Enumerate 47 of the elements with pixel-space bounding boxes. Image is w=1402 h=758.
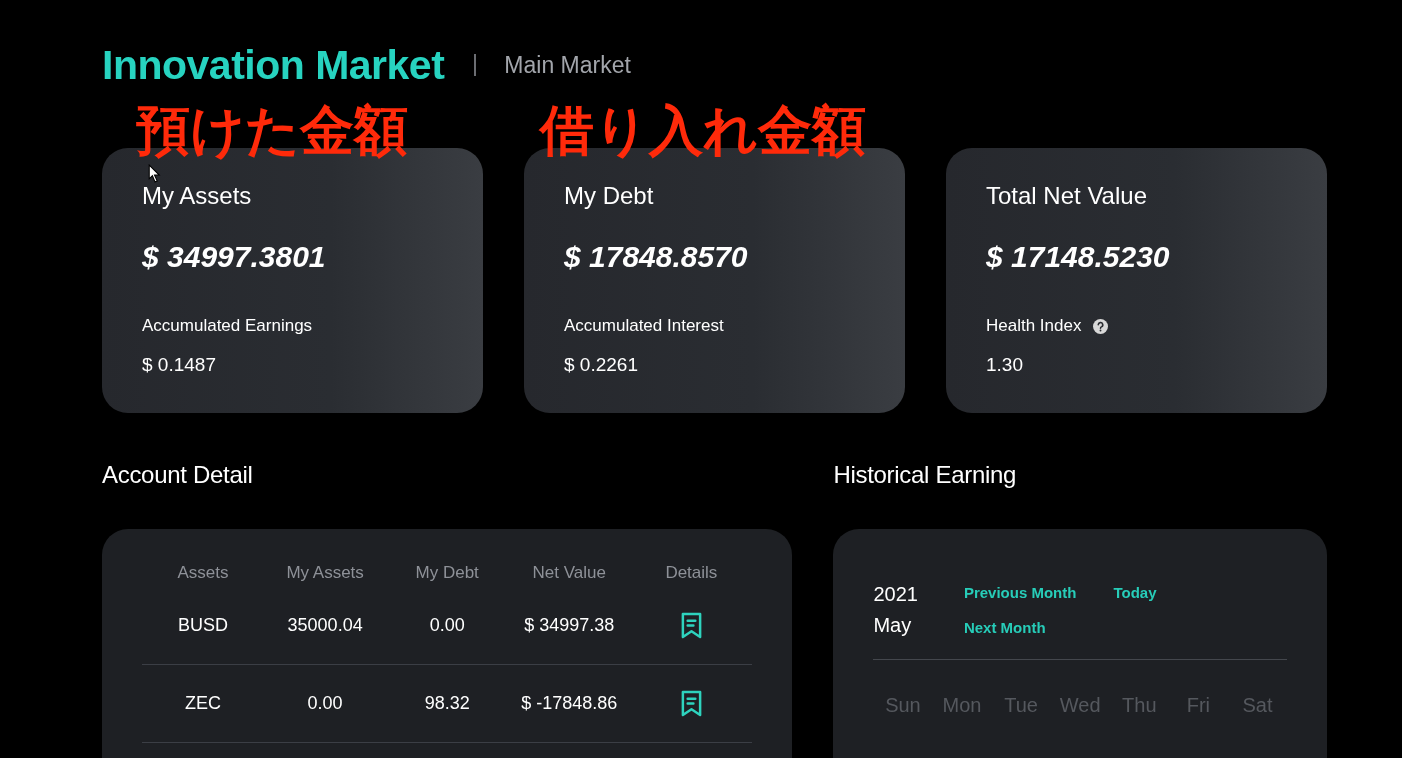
column-header: Details: [664, 563, 719, 583]
card-label: Health Index: [986, 316, 1082, 336]
table-cell-text: ZEC: [184, 693, 223, 714]
card-value: $ 17148.5230: [986, 240, 1171, 274]
table-cell-text: $ 34997.38: [523, 615, 616, 636]
column-header: My Assets: [285, 563, 365, 583]
column-header: Assets: [176, 563, 230, 583]
weekday-label: Tue: [1003, 694, 1039, 717]
calendar-link[interactable]: Next Month: [963, 618, 1046, 641]
calendar-month: May: [873, 613, 913, 638]
cursor-icon: [148, 164, 161, 183]
bookmark-icon[interactable]: [679, 612, 703, 639]
page-title: Innovation Market: [102, 41, 445, 89]
section-title: Account Detail: [102, 461, 254, 489]
card-value: $ 17848.8570: [564, 240, 749, 274]
card-title: My Assets: [142, 182, 253, 210]
card-amount: $ 0.1487: [142, 354, 217, 376]
weekday-label: Mon: [941, 694, 983, 717]
table-cell-text: 35000.04: [286, 615, 364, 636]
annotation-text: 預けた金額: [136, 104, 408, 158]
weekday-label: Thu: [1121, 694, 1158, 717]
card-amount: 1.30: [986, 354, 1024, 376]
section-title: Historical Earning: [833, 461, 1018, 489]
table-cell-text: 98.32: [423, 693, 471, 714]
card-title: My Debt: [564, 182, 655, 210]
calendar-link[interactable]: Today: [1113, 584, 1157, 607]
card-value: $ 34997.3801: [142, 240, 327, 274]
table-cell-text: $ -17848.86: [520, 693, 619, 714]
weekday-label: Wed: [1058, 694, 1102, 717]
help-icon[interactable]: [1093, 318, 1109, 334]
table-cell-text: BUSD: [177, 615, 230, 636]
table-cell-text: 0.00: [428, 615, 466, 636]
table-cell-text: 0.00: [306, 693, 344, 714]
calendar-link[interactable]: Previous Month: [963, 584, 1077, 607]
column-header: Net Value: [531, 563, 607, 583]
card-amount: $ 0.2261: [564, 354, 639, 376]
column-header: My Debt: [414, 563, 480, 583]
card-label: Accumulated Earnings: [142, 316, 313, 336]
calendar-year: 2021: [873, 582, 918, 607]
market-link[interactable]: Main Market: [504, 51, 631, 79]
card-title: Total Net Value: [986, 182, 1148, 210]
weekday-label: Sun: [884, 694, 922, 717]
weekday-label: Fri: [1185, 694, 1212, 717]
card-label: Accumulated Interest: [564, 316, 724, 336]
bookmark-icon[interactable]: [679, 690, 703, 717]
weekday-label: Sat: [1241, 694, 1274, 717]
annotation-text: 借り入れ金額: [540, 104, 866, 158]
